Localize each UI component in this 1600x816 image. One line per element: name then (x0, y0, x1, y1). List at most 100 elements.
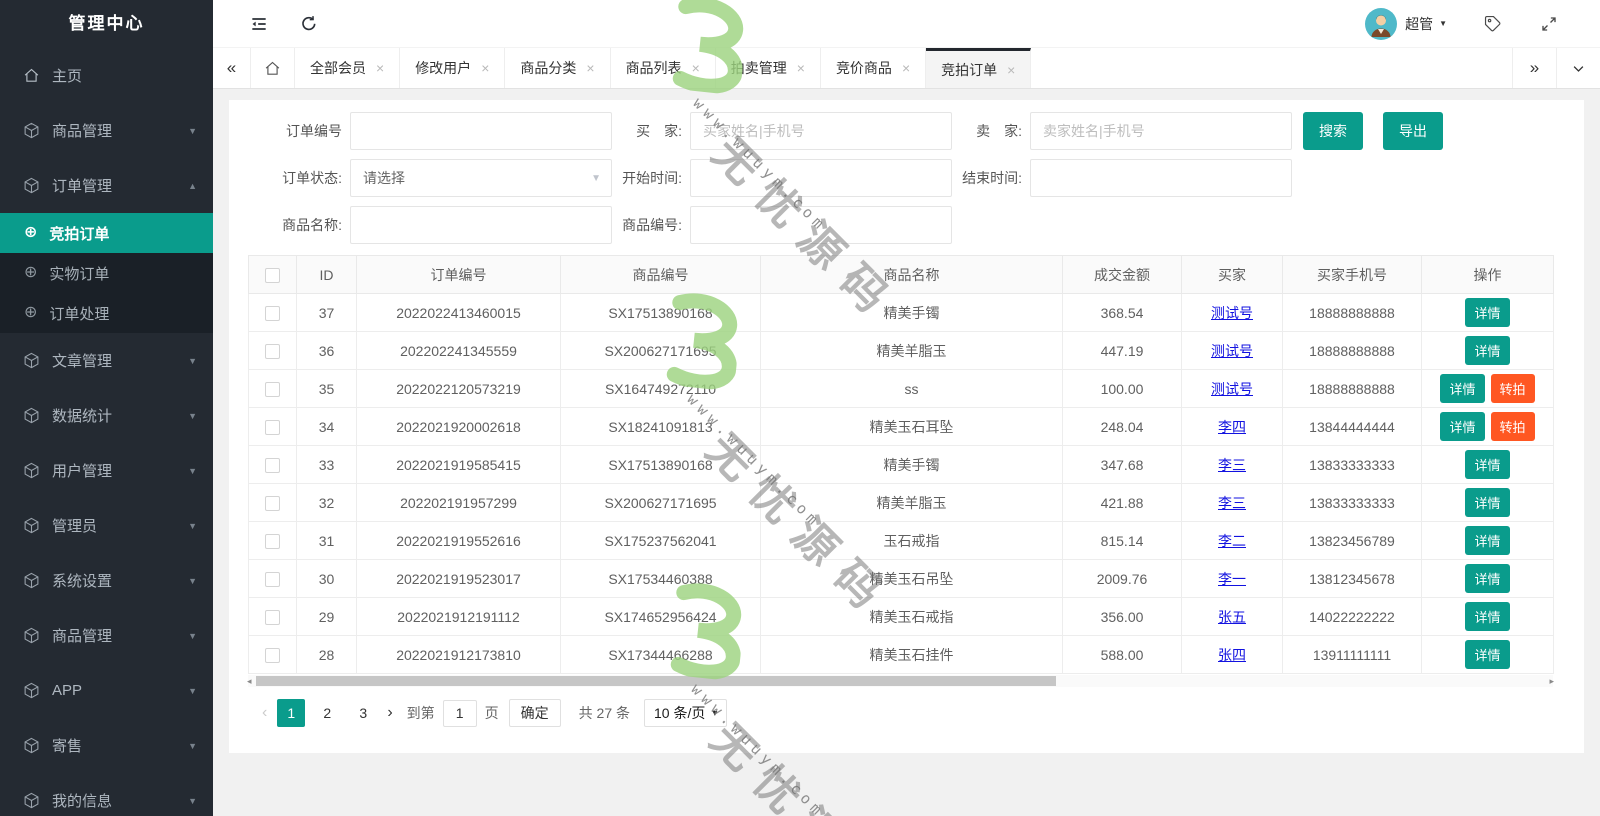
tab-item[interactable]: 商品列表 × (610, 48, 716, 88)
sidebar-item[interactable]: 主页 (0, 48, 213, 103)
buyer-input[interactable] (690, 112, 952, 150)
user-menu[interactable]: 超管 ▼ (1365, 7, 1447, 40)
tabs-menu-button[interactable] (1556, 48, 1600, 88)
row-checkbox[interactable] (265, 457, 280, 473)
buyer-link[interactable]: 李三 (1218, 457, 1246, 473)
sidebar-item[interactable]: 商品管理 ▼ (0, 103, 213, 158)
confirm-button[interactable]: 确定 (508, 699, 561, 727)
row-checkbox[interactable] (265, 305, 280, 321)
page-button[interactable]: 3 (349, 699, 377, 727)
buyer-link[interactable]: 张五 (1218, 609, 1246, 625)
tab-item[interactable]: 商品分类 × (505, 48, 611, 88)
start-time-input[interactable] (690, 159, 952, 197)
pagination-next-button[interactable]: › (381, 704, 398, 722)
close-icon[interactable]: × (797, 60, 805, 76)
tag-icon[interactable] (1483, 14, 1502, 33)
goto-page-input[interactable] (442, 699, 477, 727)
detail-button[interactable]: 详情 (1440, 374, 1485, 403)
close-icon[interactable]: × (586, 60, 594, 76)
tab-item[interactable]: 全部会员 × (295, 48, 401, 88)
sidebar-item[interactable]: 订单管理 ▲ (0, 158, 213, 213)
detail-button[interactable]: 详情 (1465, 488, 1510, 517)
sidebar-item[interactable]: 我的信息 ▼ (0, 773, 213, 816)
detail-button[interactable]: 详情 (1465, 336, 1510, 365)
product-name-input[interactable] (350, 206, 612, 244)
close-icon[interactable]: × (481, 60, 489, 76)
close-icon[interactable]: × (902, 60, 910, 76)
buyer-link[interactable]: 李四 (1218, 419, 1246, 435)
sidebar-item[interactable]: 寄售 ▼ (0, 718, 213, 773)
app-title: 管理中心 (68, 14, 145, 33)
row-checkbox[interactable] (265, 343, 280, 359)
row-checkbox[interactable] (265, 419, 280, 435)
tabs-scroll-left-button[interactable]: « (213, 48, 251, 88)
tab-item[interactable]: 拍卖管理 × (715, 48, 821, 88)
buyer-link[interactable]: 测试号 (1211, 343, 1253, 359)
id-cell: 36 (296, 331, 357, 370)
tab-item[interactable]: 竞拍订单 × (926, 48, 1032, 88)
resell-button[interactable]: 转拍 (1490, 412, 1535, 441)
row-checkbox[interactable] (265, 571, 280, 587)
row-checkbox[interactable] (265, 495, 280, 511)
tab-home[interactable] (251, 48, 295, 88)
detail-button[interactable]: 详情 (1465, 640, 1510, 669)
detail-button[interactable]: 详情 (1465, 564, 1510, 593)
tab-item[interactable]: 修改用户 × (400, 48, 506, 88)
sidebar-item[interactable]: 管理员 ▼ (0, 498, 213, 553)
order-status-value: 请选择 (363, 170, 405, 186)
close-icon[interactable]: × (376, 60, 384, 76)
detail-button[interactable]: 详情 (1465, 298, 1510, 327)
sidebar-subitem[interactable]: ⊕ 订单处理 (0, 293, 213, 333)
scroll-left-arrow-icon[interactable]: ◂ (247, 675, 252, 687)
scrollbar-thumb[interactable] (256, 676, 1056, 686)
search-button[interactable]: 搜索 (1303, 112, 1363, 150)
order-status-select[interactable]: 请选择 ▼ (350, 159, 612, 197)
buyer-link[interactable]: 李一 (1218, 571, 1246, 587)
cube-icon (22, 572, 40, 590)
fullscreen-icon[interactable] (1540, 15, 1558, 33)
product-no-input[interactable] (690, 206, 952, 244)
tab-item[interactable]: 竞价商品 × (820, 48, 927, 88)
detail-button[interactable]: 详情 (1465, 602, 1510, 631)
sidebar-item[interactable]: 用户管理 ▼ (0, 443, 213, 498)
tabs-scroll-right-button[interactable]: » (1512, 48, 1556, 88)
page-button[interactable]: 1 (277, 699, 306, 727)
page-button[interactable]: 2 (313, 699, 341, 727)
sidebar-item[interactable]: 系统设置 ▼ (0, 553, 213, 608)
order-no-label: 订单编号 (286, 123, 342, 139)
close-icon[interactable]: × (692, 60, 700, 76)
resell-button[interactable]: 转拍 (1490, 374, 1535, 403)
page-size-select[interactable]: 10 条/页 ▾ (644, 699, 728, 727)
buyer-link[interactable]: 李二 (1218, 533, 1246, 549)
sidebar-collapse-icon[interactable] (249, 14, 269, 34)
sidebar-subitem[interactable]: ⊕ 竞拍订单 (0, 213, 213, 253)
amount-cell: 447.19 (1062, 331, 1182, 370)
select-all-checkbox[interactable] (265, 267, 280, 283)
row-checkbox[interactable] (265, 381, 280, 397)
buyer-link[interactable]: 测试号 (1211, 381, 1253, 397)
row-checkbox[interactable] (265, 647, 280, 663)
row-checkbox[interactable] (265, 533, 280, 549)
order-no-input[interactable] (350, 112, 612, 150)
refresh-icon[interactable] (299, 14, 319, 34)
sidebar-item[interactable]: 文章管理 ▼ (0, 333, 213, 388)
buyer-link[interactable]: 测试号 (1211, 305, 1253, 321)
sidebar-subitem[interactable]: ⊕ 实物订单 (0, 253, 213, 293)
sidebar-item[interactable]: 商品管理 ▼ (0, 608, 213, 663)
close-icon[interactable]: × (1007, 62, 1015, 78)
detail-button[interactable]: 详情 (1465, 526, 1510, 555)
phone-cell: 13833333333 (1282, 445, 1422, 484)
buyer-link[interactable]: 李三 (1218, 495, 1246, 511)
seller-input[interactable] (1030, 112, 1292, 150)
sidebar-item[interactable]: 数据统计 ▼ (0, 388, 213, 443)
table-row: 30 2022021919523017 SX17534460388 精美玉石吊坠 200… (248, 559, 1554, 598)
buyer-link[interactable]: 张四 (1218, 647, 1246, 663)
end-time-input[interactable] (1030, 159, 1292, 197)
sidebar-item[interactable]: APP ▼ (0, 663, 213, 718)
pagination-prev-button[interactable]: ‹ (256, 704, 273, 722)
row-checkbox[interactable] (265, 609, 280, 625)
detail-button[interactable]: 详情 (1440, 412, 1485, 441)
detail-button[interactable]: 详情 (1465, 450, 1510, 479)
scroll-right-arrow-icon[interactable]: ▸ (1549, 675, 1554, 687)
export-button[interactable]: 导出 (1383, 112, 1443, 150)
